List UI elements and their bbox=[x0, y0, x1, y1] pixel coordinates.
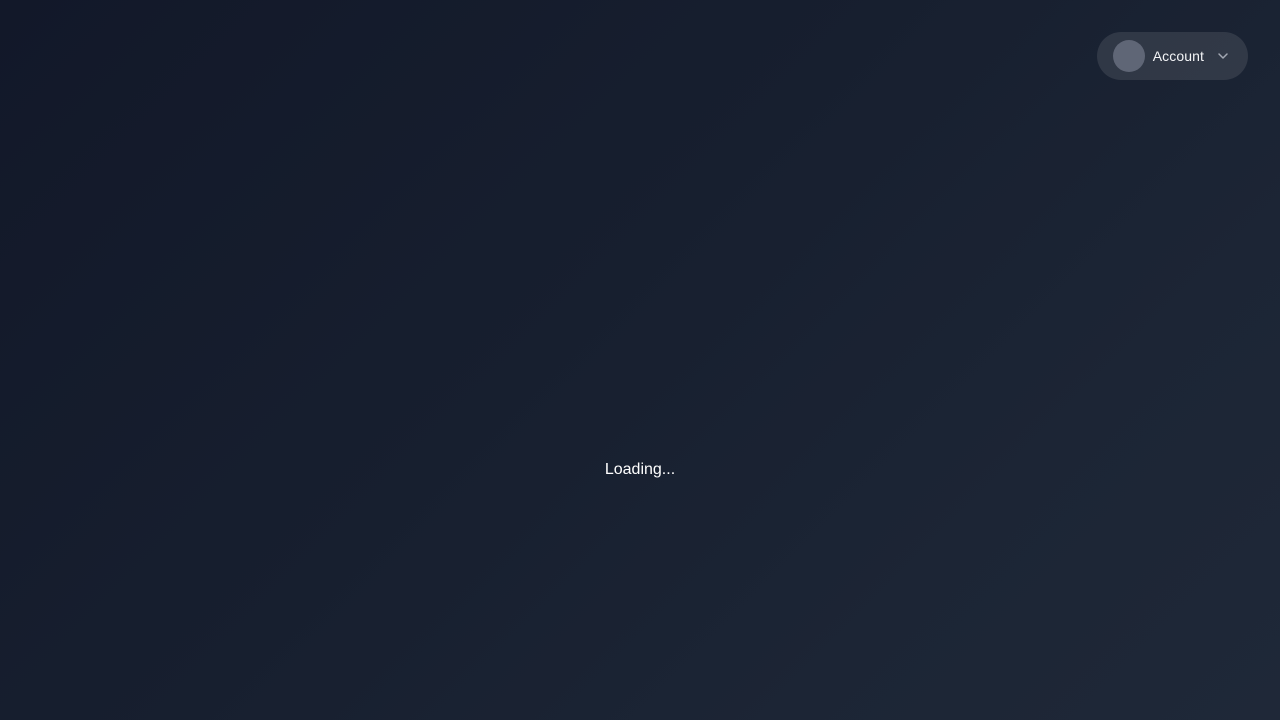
account-menu-button[interactable]: Account bbox=[1096, 32, 1248, 80]
chevron-down-icon bbox=[1216, 49, 1230, 63]
account-label: Account bbox=[1152, 48, 1204, 64]
loading-indicator-text: Loading... bbox=[604, 461, 676, 478]
avatar bbox=[1112, 40, 1145, 72]
